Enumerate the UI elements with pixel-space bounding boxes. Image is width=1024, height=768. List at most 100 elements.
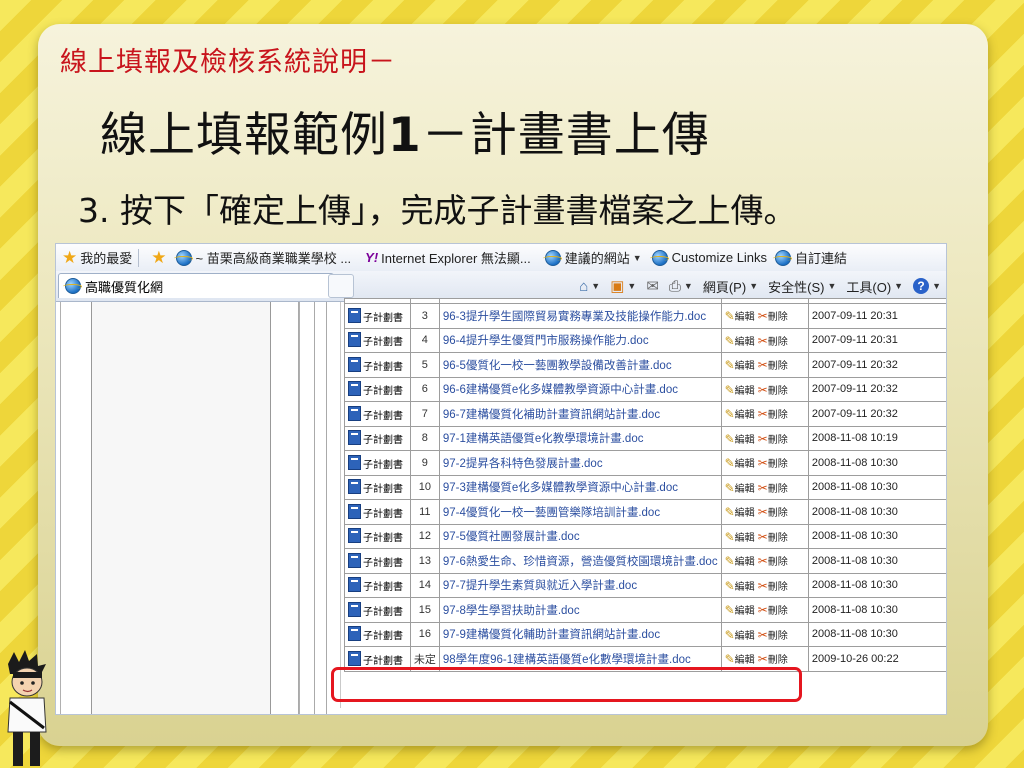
actions-cell: ✎編輯 ✂刪除 [720, 474, 809, 500]
favorites-bar: ★ 我的最愛 ★ ~ 苗栗高級商業職業學校 ... Y! Internet Expl… [56, 244, 946, 271]
favorite-link-customize[interactable]: Customize Links [649, 249, 767, 266]
chevron-down-icon: ▼ [932, 281, 941, 291]
delete-button[interactable]: ✂刪除 [758, 579, 788, 593]
type-label: 子計劃書 [363, 533, 403, 545]
delete-button[interactable]: ✂刪除 [758, 456, 788, 470]
document-icon [348, 430, 361, 446]
left-sidebar-inner [91, 302, 271, 714]
pencil-icon: ✎ [724, 333, 735, 348]
help-menu[interactable]: ? ▼ [913, 278, 941, 294]
table-row: 子計劃書 5 96-5優質化一校一藝團教學設備改善計畫.doc ✎編輯 ✂刪除 2007… [344, 352, 946, 378]
row-number: 14 [409, 572, 440, 598]
favorite-link-school[interactable]: ~ 苗栗高級商業職業學校 ... [173, 248, 351, 267]
edit-button[interactable]: ✎編輯 [725, 481, 755, 495]
delete-button[interactable]: ✂刪除 [758, 383, 788, 397]
edit-button[interactable]: ✎編輯 [725, 603, 755, 617]
command-bar: ⌂ ▼ ▣ ▼ ✉ ⎙ ▼ 網頁(P) ▼ 安全性(S) ▼ 工具(O) ▼ ? ▼ [574, 274, 946, 298]
file-link[interactable]: 97-1建構英語優質e化教學環境計畫.doc [443, 433, 644, 445]
tools-menu[interactable]: 工具(O) ▼ [846, 277, 903, 296]
tab-school-site[interactable]: 高職優質化網 [58, 273, 334, 298]
add-favorite-button[interactable]: ★ [151, 248, 169, 268]
favorites-button[interactable]: ★ 我的最愛 [62, 248, 132, 268]
page-menu[interactable]: 網頁(P) ▼ [703, 277, 758, 296]
file-link[interactable]: 96-6建構優質e化多媒體教學資源中心計畫.doc [443, 384, 678, 396]
type-label: 子計劃書 [363, 606, 403, 618]
file-link[interactable]: 96-7建構優質化補助計畫資訊網站計畫.doc [443, 409, 660, 421]
file-link[interactable]: 97-5優質社團發展計畫.doc [443, 531, 580, 543]
mail-icon: ✉ [646, 278, 659, 295]
ie-icon [773, 249, 793, 266]
favorite-link-ie-error[interactable]: Y! Internet Explorer 無法顯... [365, 248, 531, 267]
actions-cell: ✎編輯 ✂刪除 [720, 646, 809, 672]
delete-button[interactable]: ✂刪除 [758, 530, 788, 544]
delete-button[interactable]: ✂刪除 [758, 628, 788, 642]
file-link[interactable]: 97-8學生學習扶助計畫.doc [443, 605, 580, 617]
file-link[interactable]: 97-6熱愛生命、珍惜資源，營造優質校園環境計畫.doc [443, 556, 718, 568]
delete-icon: ✂ [757, 554, 768, 569]
upload-date: 2008-11-08 10:30 [807, 621, 946, 647]
delete-button[interactable]: ✂刪除 [758, 652, 788, 666]
delete-button[interactable]: ✂刪除 [758, 603, 788, 617]
file-link[interactable]: 97-3建構優質e化多媒體教學資源中心計畫.doc [443, 482, 678, 494]
type-label: 子計劃書 [363, 655, 403, 667]
feeds-button[interactable]: ▣ ▼ [610, 277, 636, 295]
file-link[interactable]: 96-5優質化一校一藝團教學設備改善計畫.doc [443, 360, 672, 372]
chevron-down-icon: ▼ [683, 281, 693, 291]
file-link[interactable]: 97-4優質化一校一藝團管樂隊培訓計畫.doc [443, 507, 660, 519]
type-cell: 子計劃書 [344, 376, 411, 402]
file-link[interactable]: 96-4提升學生優質門市服務操作能力.doc [443, 335, 649, 347]
delete-button[interactable]: ✂刪除 [757, 358, 788, 373]
favorite-link-custom-links[interactable]: 自訂連結 [773, 248, 847, 267]
edit-button[interactable]: ✎編輯 [724, 333, 755, 348]
edit-button[interactable]: ✎編輯 [725, 407, 755, 421]
delete-icon: ✂ [757, 431, 768, 446]
delete-button[interactable]: ✂刪除 [757, 554, 788, 569]
title-part-2: －計畫書上傳 [421, 108, 710, 163]
delete-label: 刪除 [767, 508, 788, 520]
home-button[interactable]: ⌂ ▼ [579, 278, 600, 295]
file-link[interactable]: 98學年度96-1建構英語優質e化數學環境計畫.doc [443, 654, 691, 666]
file-link[interactable]: 96-3提升學生國際貿易實務專業及技能操作能力.doc [443, 311, 706, 323]
delete-label: 刪除 [767, 581, 788, 593]
actions-cell: ✎編輯 ✂刪除 [720, 303, 809, 329]
edit-button[interactable]: ✎編輯 [725, 432, 755, 446]
row-number: 5 [409, 352, 440, 378]
delete-icon: ✂ [757, 358, 768, 373]
upload-date: 2008-11-08 10:30 [807, 450, 946, 476]
edit-button[interactable]: ✎編輯 [725, 309, 755, 323]
favorites-label: 我的最愛 [80, 251, 133, 266]
edit-button[interactable]: ✎編輯 [725, 358, 755, 372]
pencil-icon: ✎ [724, 456, 735, 471]
delete-button[interactable]: ✂刪除 [758, 481, 788, 495]
document-icon [348, 577, 361, 593]
table-row: 子計劃書 12 97-5優質社團發展計畫.doc ✎編輯 ✂刪除 2008-11-08 … [344, 523, 946, 549]
edit-button[interactable]: ✎編輯 [725, 628, 755, 642]
print-button[interactable]: ⎙ ▼ [669, 278, 693, 295]
edit-button[interactable]: ✎編輯 [725, 383, 755, 397]
edit-button[interactable]: ✎編輯 [725, 579, 755, 593]
file-link[interactable]: 97-2提昇各科特色發展計畫.doc [443, 458, 603, 470]
delete-button[interactable]: ✂刪除 [757, 431, 788, 446]
edit-button[interactable]: ✎編輯 [725, 652, 755, 666]
tools-menu-label: 工具(O) [846, 279, 892, 295]
delete-button[interactable]: ✂刪除 [758, 407, 788, 421]
document-icon [348, 356, 361, 372]
table-row: 子計劃書 16 97-9建構優質化輔助計畫資訊網站計畫.doc ✎編輯 ✂刪除 2008… [344, 621, 946, 647]
edit-button[interactable]: ✎編輯 [724, 456, 755, 471]
mail-button[interactable]: ✉ [646, 277, 659, 295]
new-tab-button[interactable] [328, 274, 354, 298]
favorite-link-suggested-sites[interactable]: 建議的網站 ▼ [542, 248, 642, 267]
edit-button[interactable]: ✎編輯 [725, 530, 755, 544]
upload-date: 2007-09-11 20:32 [807, 376, 946, 402]
file-link[interactable]: 97-7提升學生素質與就近入學計畫.doc [443, 580, 637, 592]
edit-button[interactable]: ✎編輯 [725, 554, 755, 568]
delete-button[interactable]: ✂刪除 [758, 334, 788, 348]
yahoo-icon: Y! [365, 250, 379, 265]
table-row: 子計劃書 7 96-7建構優質化補助計畫資訊網站計畫.doc ✎編輯 ✂刪除 2007-… [344, 401, 946, 427]
delete-button[interactable]: ✂刪除 [758, 505, 788, 520]
delete-label: 刪除 [767, 532, 788, 544]
edit-button[interactable]: ✎編輯 [725, 505, 755, 519]
file-link[interactable]: 97-9建構優質化輔助計畫資訊網站計畫.doc [443, 629, 660, 641]
safety-menu[interactable]: 安全性(S) ▼ [768, 277, 836, 296]
delete-button[interactable]: ✂刪除 [758, 309, 788, 323]
